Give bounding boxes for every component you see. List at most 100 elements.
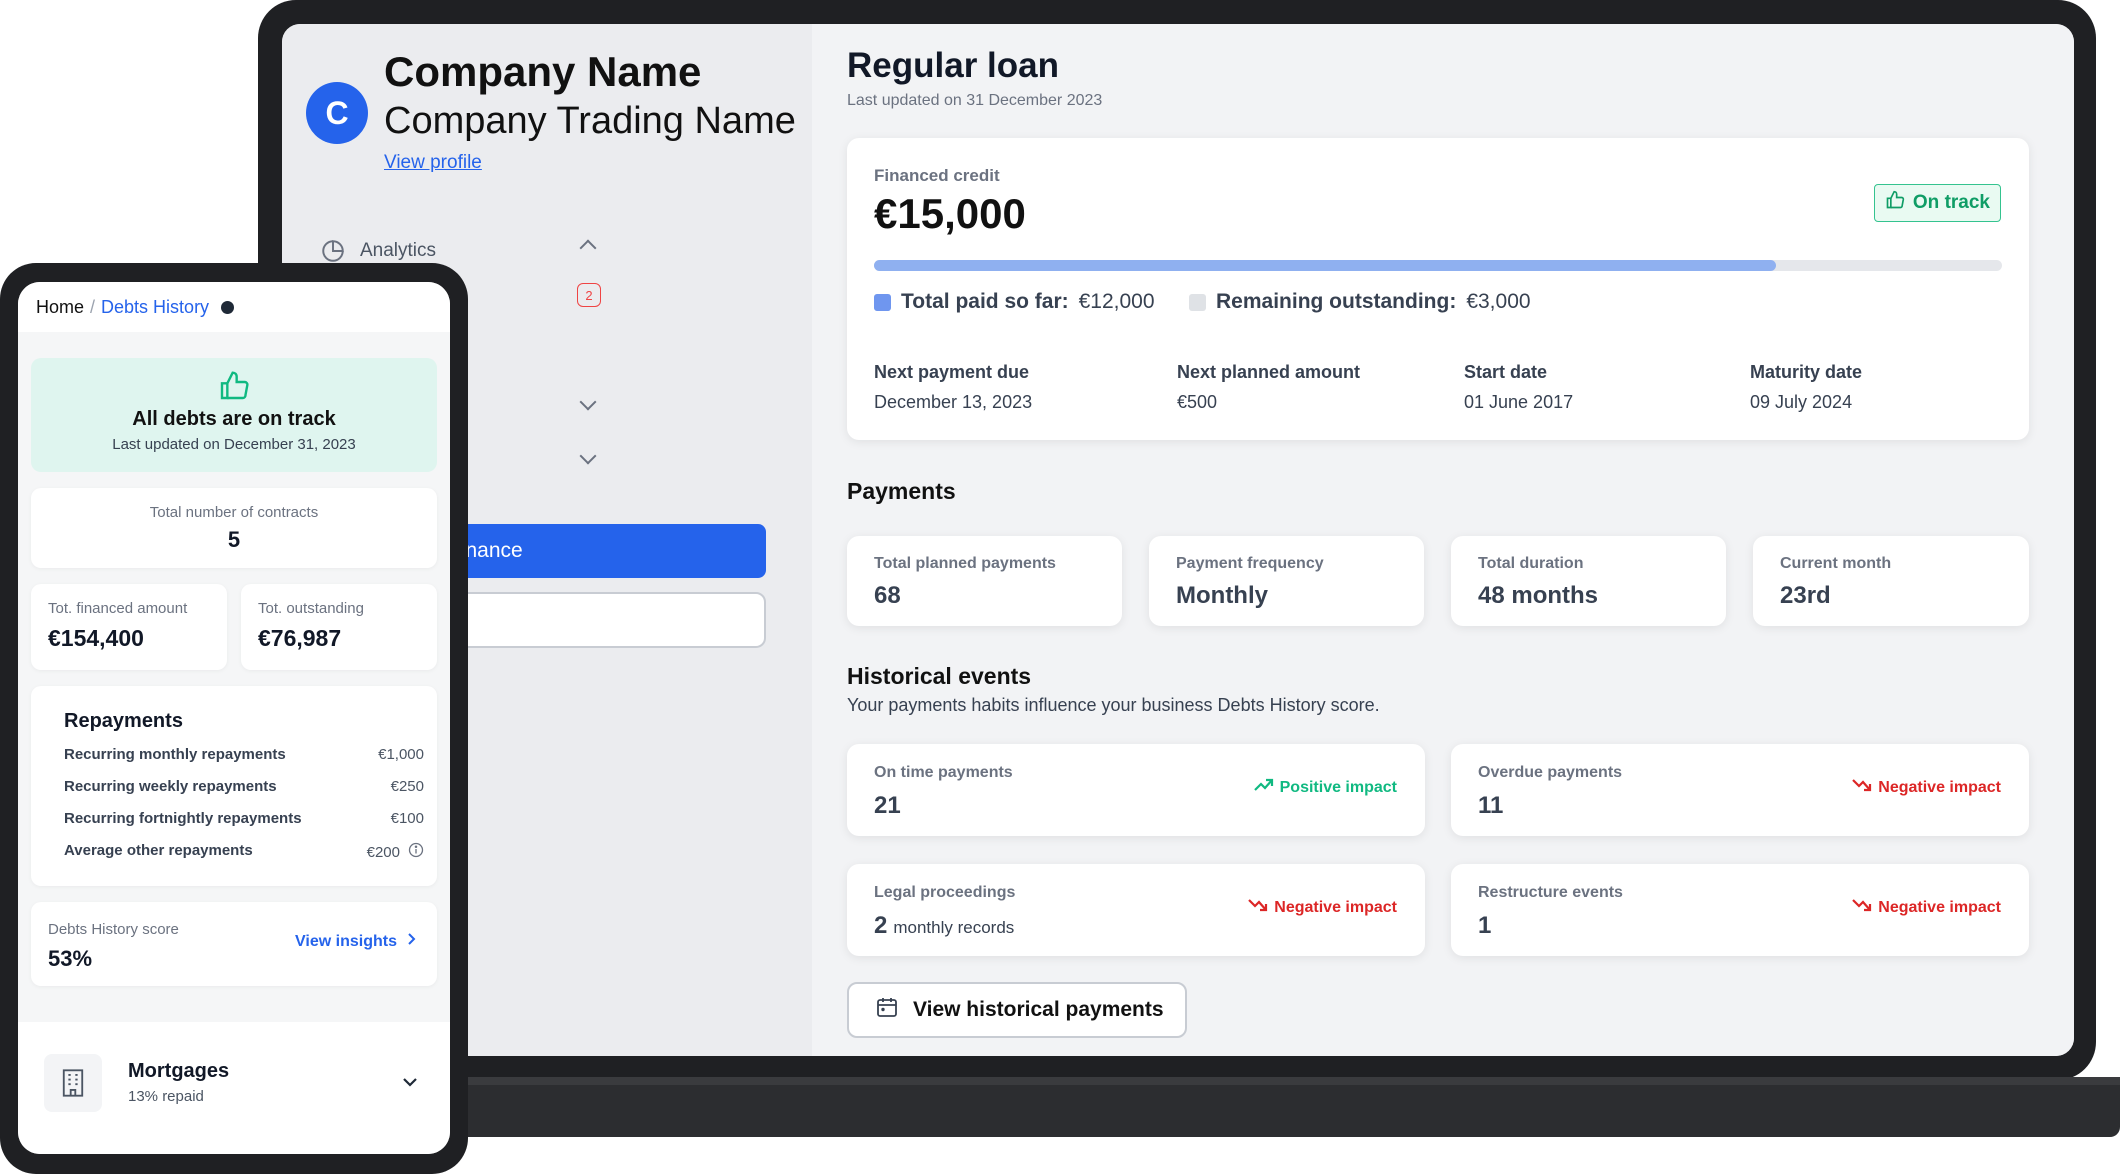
event-value: 21 bbox=[874, 792, 901, 819]
financed-label: Tot. financed amount bbox=[48, 600, 188, 617]
stat-card: Total duration 48 months bbox=[1451, 536, 1726, 626]
status-dot bbox=[221, 300, 235, 314]
financed-credit-card: Financed credit €15,000 On track Total p… bbox=[847, 138, 2029, 440]
stat-value: 48 months bbox=[1478, 582, 1599, 609]
page-title: Regular loan bbox=[847, 46, 1059, 85]
remaining-legend: Remaining outstanding: €3,000 bbox=[1189, 290, 1531, 314]
chevron-down-icon[interactable] bbox=[579, 447, 597, 465]
detail-value: €500 bbox=[1177, 392, 1218, 412]
start-date: Start date 01 June 2017 bbox=[1464, 362, 1573, 413]
stat-label: Current month bbox=[1780, 555, 1892, 572]
laptop-base bbox=[420, 1077, 2120, 1137]
chevron-up-icon[interactable] bbox=[579, 239, 597, 257]
repayment-row: Average other repayments €200 bbox=[64, 842, 424, 862]
sidebar-item-label: Analytics bbox=[360, 240, 437, 261]
logout-button[interactable]: ut bbox=[432, 592, 766, 648]
chevron-right-icon bbox=[407, 932, 417, 951]
repayment-label: Recurring weekly repayments bbox=[64, 778, 277, 795]
impact-label: Negative impact bbox=[1274, 898, 1397, 916]
phone-screen: Home / Debts History All debts are on tr… bbox=[18, 282, 450, 1154]
financed-amount-card: Tot. financed amount €154,400 bbox=[31, 584, 227, 670]
repayment-value: €250 bbox=[390, 778, 424, 795]
notification-badge: 2 bbox=[577, 283, 601, 307]
on-track-title: All debts are on track bbox=[132, 408, 336, 430]
financed-credit-label: Financed credit bbox=[874, 166, 1000, 185]
trending-down-icon bbox=[1248, 898, 1268, 917]
repayment-progress-fill bbox=[874, 260, 1777, 271]
impact-label: Positive impact bbox=[1279, 778, 1397, 796]
event-card: Restructure events 1 Negative impact bbox=[1451, 864, 2029, 956]
repayment-label: Recurring fortnightly repayments bbox=[64, 810, 302, 827]
event-value: 11 bbox=[1478, 792, 1504, 819]
breadcrumb-current[interactable]: Debts History bbox=[101, 297, 209, 318]
sidebar-item-analytics[interactable]: Analytics bbox=[320, 236, 436, 266]
view-historical-payments-button[interactable]: View historical payments bbox=[847, 982, 1187, 1038]
mortgages-subtitle: 13% repaid bbox=[128, 1088, 204, 1105]
detail-label: Next payment due bbox=[874, 362, 1030, 382]
event-card: Overdue payments 11 Negative impact bbox=[1451, 744, 2029, 836]
repayment-row: Recurring monthly repayments €1,000 bbox=[64, 746, 424, 763]
maturity-date: Maturity date 09 July 2024 bbox=[1750, 362, 1862, 413]
view-profile-link[interactable]: View profile bbox=[384, 152, 482, 174]
breadcrumb-home[interactable]: Home bbox=[36, 297, 84, 318]
event-label: Overdue payments bbox=[1478, 764, 1623, 781]
legend-swatch-remaining bbox=[1189, 293, 1206, 311]
outstanding-card: Tot. outstanding €76,987 bbox=[241, 584, 437, 670]
trending-up-icon bbox=[1253, 778, 1274, 797]
mortgages-title: Mortgages bbox=[128, 1060, 230, 1082]
view-insights-label: View insights bbox=[295, 932, 397, 950]
detail-value: 01 June 2017 bbox=[1464, 392, 1574, 412]
company-name: Company Name bbox=[384, 48, 702, 95]
building-icon bbox=[44, 1054, 102, 1112]
stat-card: Payment frequency Monthly bbox=[1149, 536, 1424, 626]
repayment-label: Average other repayments bbox=[64, 842, 253, 859]
chevron-down-icon[interactable] bbox=[402, 1074, 418, 1092]
financed-value: €154,400 bbox=[48, 625, 144, 651]
info-icon[interactable] bbox=[408, 842, 424, 862]
event-card: Legal proceedings 2 monthly records Nega… bbox=[847, 864, 1425, 956]
detail-label: Maturity date bbox=[1750, 362, 1863, 382]
finance-button[interactable]: Finance bbox=[432, 524, 766, 578]
detail-label: Next planned amount bbox=[1177, 362, 1361, 382]
trending-down-icon bbox=[1852, 778, 1872, 797]
impact-indicator: Negative impact bbox=[1248, 898, 1397, 917]
repayment-value: €200 bbox=[366, 843, 400, 861]
stat-card: Current month 23rd bbox=[1753, 536, 2029, 626]
laptop-screen: C Company Name Company Trading Name View… bbox=[282, 24, 2074, 1056]
remaining-label: Remaining outstanding: bbox=[1216, 290, 1457, 313]
historical-events-title: Historical events bbox=[847, 663, 1032, 689]
event-value: 1 bbox=[1478, 912, 1492, 939]
main-content: Regular loan Last updated on 31 December… bbox=[812, 24, 2074, 1056]
event-value: 2 bbox=[874, 912, 888, 939]
paid-label: Total paid so far: bbox=[901, 290, 1069, 313]
on-track-updated: Last updated on December 31, 2023 bbox=[112, 436, 356, 453]
outstanding-label: Tot. outstanding bbox=[258, 600, 364, 617]
outstanding-value: €76,987 bbox=[258, 625, 342, 651]
repayment-label: Recurring monthly repayments bbox=[64, 746, 286, 763]
repayment-progress-bar bbox=[874, 260, 2002, 271]
event-value-group: 2 monthly records bbox=[874, 912, 1014, 940]
impact-indicator: Negative impact bbox=[1852, 898, 2001, 917]
repayment-value: €1,000 bbox=[378, 746, 424, 763]
stat-label: Payment frequency bbox=[1176, 555, 1324, 572]
score-card: Debts History score 53% View insights bbox=[31, 902, 437, 986]
chevron-down-icon[interactable] bbox=[579, 393, 597, 411]
payments-title: Payments bbox=[847, 478, 956, 504]
paid-legend: Total paid so far: €12,000 bbox=[874, 290, 1155, 314]
stat-label: Total planned payments bbox=[874, 555, 1056, 572]
event-card: On time payments 21 Positive impact bbox=[847, 744, 1425, 836]
legend-swatch-paid bbox=[874, 293, 891, 311]
calendar-icon bbox=[875, 995, 899, 1025]
stat-card: Total planned payments 68 bbox=[847, 536, 1122, 626]
impact-indicator: Positive impact bbox=[1253, 778, 1397, 797]
next-payment-due: Next payment due December 13, 2023 bbox=[874, 362, 1032, 413]
historical-events-subtitle: Your payments habits influence your busi… bbox=[847, 695, 1380, 715]
status-label: On track bbox=[1912, 192, 1990, 213]
repayment-value: €100 bbox=[390, 810, 424, 827]
mortgages-section[interactable]: Mortgages 13% repaid bbox=[18, 1022, 450, 1154]
breadcrumb: Home / Debts History bbox=[18, 282, 450, 332]
stat-value: 68 bbox=[874, 582, 901, 609]
event-suffix: monthly records bbox=[893, 918, 1015, 937]
stat-label: Total duration bbox=[1478, 555, 1584, 572]
view-insights-link[interactable]: View insights bbox=[295, 932, 417, 951]
